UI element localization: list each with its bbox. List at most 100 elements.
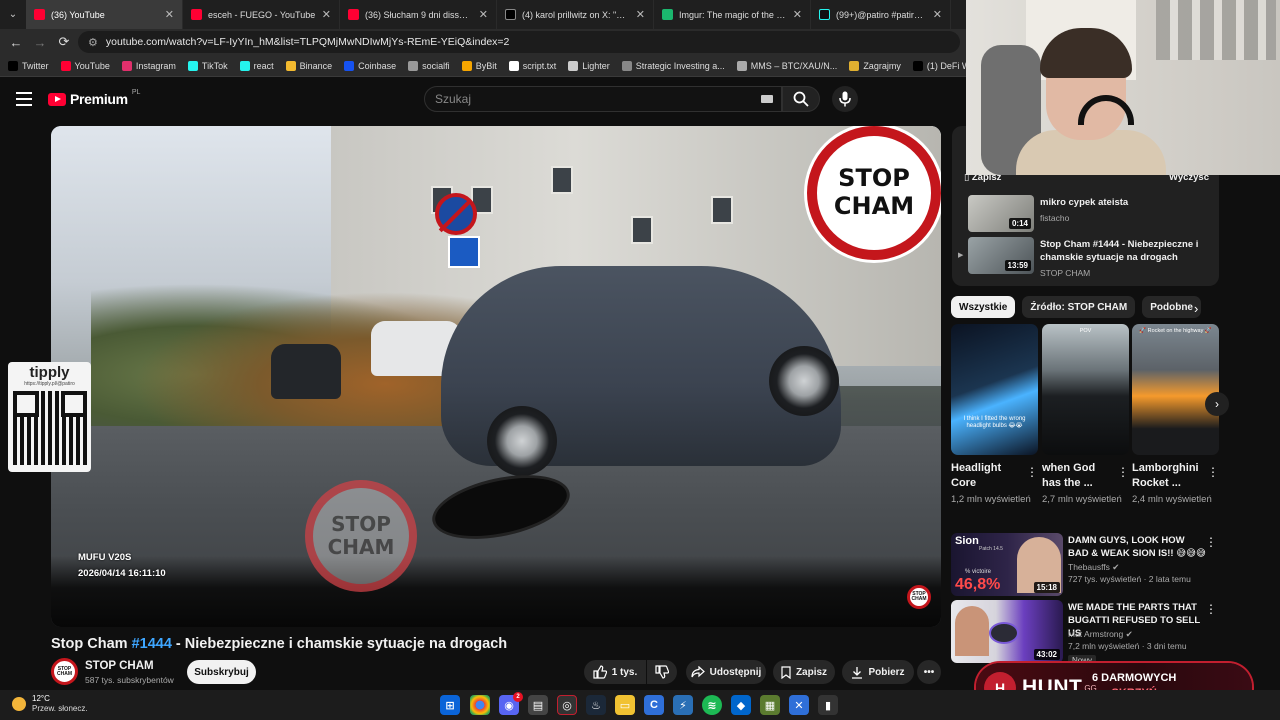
short-card[interactable]: I think I fitted the wrong headlight bul… (951, 324, 1038, 506)
playlist-item-current[interactable]: ▶ 13:59 Stop Cham #1444 - Niebezpieczne … (958, 237, 1216, 279)
recommended-video[interactable]: 43:02 WE MADE THE PARTS THAT BUGATTI REF… (951, 600, 1221, 666)
chip-all[interactable]: Wszystkie (951, 296, 1016, 318)
dislike-button[interactable] (647, 660, 677, 684)
chrome-icon[interactable] (470, 695, 490, 715)
bookmark-item[interactable]: Instagram (121, 60, 176, 71)
browser-tab[interactable]: (4) karol prillwitz on X: "Niemie ✕ (497, 0, 654, 29)
short-menu-icon[interactable]: ⋮ (1026, 465, 1038, 479)
like-button[interactable]: 1 tys. (584, 660, 646, 684)
bookmark-item[interactable]: react (239, 60, 274, 71)
channel-watermark-button[interactable]: STOP CHAM (907, 585, 931, 609)
app-icon[interactable]: ⚡ (673, 695, 693, 715)
channel-avatar[interactable]: STOP CHAM (51, 658, 78, 685)
subscribe-button[interactable]: Subskrybuj (187, 660, 256, 684)
thumb-winrate: 46,8% (955, 576, 1001, 593)
bookmark-item[interactable]: Lighter (568, 60, 610, 71)
more-actions-button[interactable]: ••• (917, 660, 941, 684)
bookmark-item[interactable]: Binance (285, 60, 333, 71)
short-menu-icon[interactable]: ⋮ (1207, 465, 1219, 479)
playlist-item-thumbnail: 0:14 (968, 195, 1034, 232)
file-explorer-icon[interactable]: ▭ (615, 695, 635, 715)
windows-start-icon[interactable]: ⊞ (440, 695, 460, 715)
menu-hamburger-icon[interactable] (16, 92, 32, 106)
windows-taskbar: 12°C Przew. słonecz. ⊞ ◉ 2 ▤ ◎ ♨ ▭ C ⚡ ≋ … (0, 690, 1280, 720)
spotify-icon[interactable]: ≋ (702, 695, 722, 715)
forward-arrow-icon[interactable]: → (30, 32, 50, 52)
share-button[interactable]: Udostępnij (686, 660, 766, 684)
site-settings-icon[interactable]: ⚙ (88, 36, 98, 49)
recommended-menu-icon[interactable]: ⋮ (1205, 602, 1217, 616)
tab-close-icon[interactable]: ✕ (636, 8, 645, 21)
browser-tab[interactable]: esceh - FUEGO - YouTube ✕ (183, 0, 340, 29)
bookmark-item[interactable]: Twitter (8, 60, 49, 71)
discord-icon[interactable]: ◉ 2 (499, 692, 523, 715)
app-icon[interactable]: ▮ (818, 695, 838, 715)
tipply-qr-overlay: tipply https://tipply.pl/@patiro (8, 362, 91, 472)
bookmark-item[interactable]: Strategic Investing a... (621, 60, 725, 71)
browser-tab[interactable]: (36) YouTube ✕ (26, 0, 183, 29)
tab-close-icon[interactable]: ✕ (165, 8, 174, 21)
browser-tab[interactable]: (99+)@patiro #patiro #prawoja ✕ (811, 0, 951, 29)
back-arrow-icon[interactable]: ← (6, 32, 26, 52)
webcam-overlay (966, 0, 1280, 175)
steam-icon[interactable]: ♨ (586, 695, 606, 715)
search-button[interactable] (782, 86, 820, 112)
ccleaner-icon[interactable]: C (644, 695, 664, 715)
weather-widget[interactable]: 12°C Przew. słonecz. (12, 694, 88, 714)
bookmark-label: YouTube (74, 60, 110, 71)
browser-tab[interactable]: Imgur: The magic of the Interne ✕ (654, 0, 811, 29)
chips-next-arrow-icon[interactable]: › (1194, 301, 1198, 316)
chip-related[interactable]: Podobne (1142, 296, 1201, 318)
bookmark-item[interactable]: Coinbase (344, 60, 396, 71)
bookmark-item[interactable]: YouTube (60, 60, 110, 71)
short-views: 1,2 mln wyświetleń (951, 494, 1031, 505)
recommended-thumbnail: Sion Patch 14.5 % victoire 46,8% 15:18 (951, 533, 1063, 596)
short-card[interactable]: POV when God has the ... 2,7 mln wyświet… (1042, 324, 1129, 506)
verified-check-icon: ✔ (1125, 629, 1133, 639)
keyboard-icon[interactable] (761, 95, 773, 103)
reload-icon[interactable]: ⟳ (54, 32, 74, 52)
video-player[interactable]: STOP CHAM STOP CHAM STOP CHAM MUFU V20S 2… (51, 126, 941, 627)
tab-close-icon[interactable]: ✕ (479, 8, 488, 21)
bookmark-item[interactable]: socialfi (408, 60, 450, 71)
chip-source[interactable]: Źródło: STOP CHAM (1022, 296, 1136, 318)
tab-close-icon[interactable]: ✕ (322, 8, 331, 21)
search-input[interactable]: Szukaj (424, 86, 782, 112)
short-menu-icon[interactable]: ⋮ (1117, 465, 1129, 479)
youtube-icon (348, 9, 359, 20)
video-title-hashtag[interactable]: #1444 (132, 636, 172, 652)
opera-gx-icon[interactable]: ◎ (557, 695, 577, 715)
browser-toolbar: ← → ⟳ ⚙ youtube.com/watch?v=LF-IyYIn_hM&… (0, 29, 966, 55)
download-button[interactable]: Pobierz (842, 660, 914, 684)
tab-search-chevron-icon[interactable]: ⌄ (0, 0, 26, 29)
shorts-next-arrow-icon[interactable]: › (1205, 392, 1229, 416)
recommended-menu-icon[interactable]: ⋮ (1205, 535, 1217, 549)
dropbox-icon[interactable]: ◆ (731, 695, 751, 715)
tab-close-icon[interactable]: ✕ (933, 8, 942, 21)
short-overlay-text: POV (1079, 328, 1092, 334)
bookmark-item[interactable]: script.txt (508, 60, 556, 71)
recommended-duration: 15:18 (1033, 582, 1060, 593)
bookmark-item[interactable]: ByBit (461, 60, 497, 71)
voice-search-button[interactable] (832, 86, 858, 112)
save-button[interactable]: Zapisz (773, 660, 835, 684)
short-title: Headlight Core (951, 462, 1002, 489)
app-icon[interactable]: ▤ (528, 695, 548, 715)
minecraft-icon[interactable]: ▦ (760, 695, 780, 715)
short-card[interactable]: 🚀 Rocket on the highway 🚀 Lamborghini Ro… (1132, 324, 1219, 506)
bookmark-item[interactable]: MMS – BTC/XAU/N... (736, 60, 837, 71)
recommended-video[interactable]: Sion Patch 14.5 % victoire 46,8% 15:18 D… (951, 533, 1221, 599)
address-bar[interactable]: ⚙ youtube.com/watch?v=LF-IyYIn_hM&list=T… (78, 31, 960, 53)
playlist-item-duration: 0:14 (1008, 218, 1031, 229)
bookmark-label: Binance (299, 60, 333, 71)
tab-close-icon[interactable]: ✕ (793, 8, 802, 21)
verified-check-icon: ✔ (1112, 562, 1120, 572)
bookmark-item[interactable]: Zagrajmy (849, 60, 901, 71)
bookmark-item[interactable]: TikTok (187, 60, 228, 71)
playlist-item[interactable]: 0:14 mikro cypek ateista fistacho (958, 195, 1216, 237)
browser-tab[interactable]: (36) Słucham 9 dni dissu na rai ✕ (340, 0, 497, 29)
youtube-premium-logo[interactable]: Premium PL (48, 89, 140, 107)
channel-name[interactable]: STOP CHAM (85, 660, 154, 672)
video-title-prefix: Stop Cham (51, 636, 132, 652)
x-app-icon[interactable]: ✕ (789, 695, 809, 715)
